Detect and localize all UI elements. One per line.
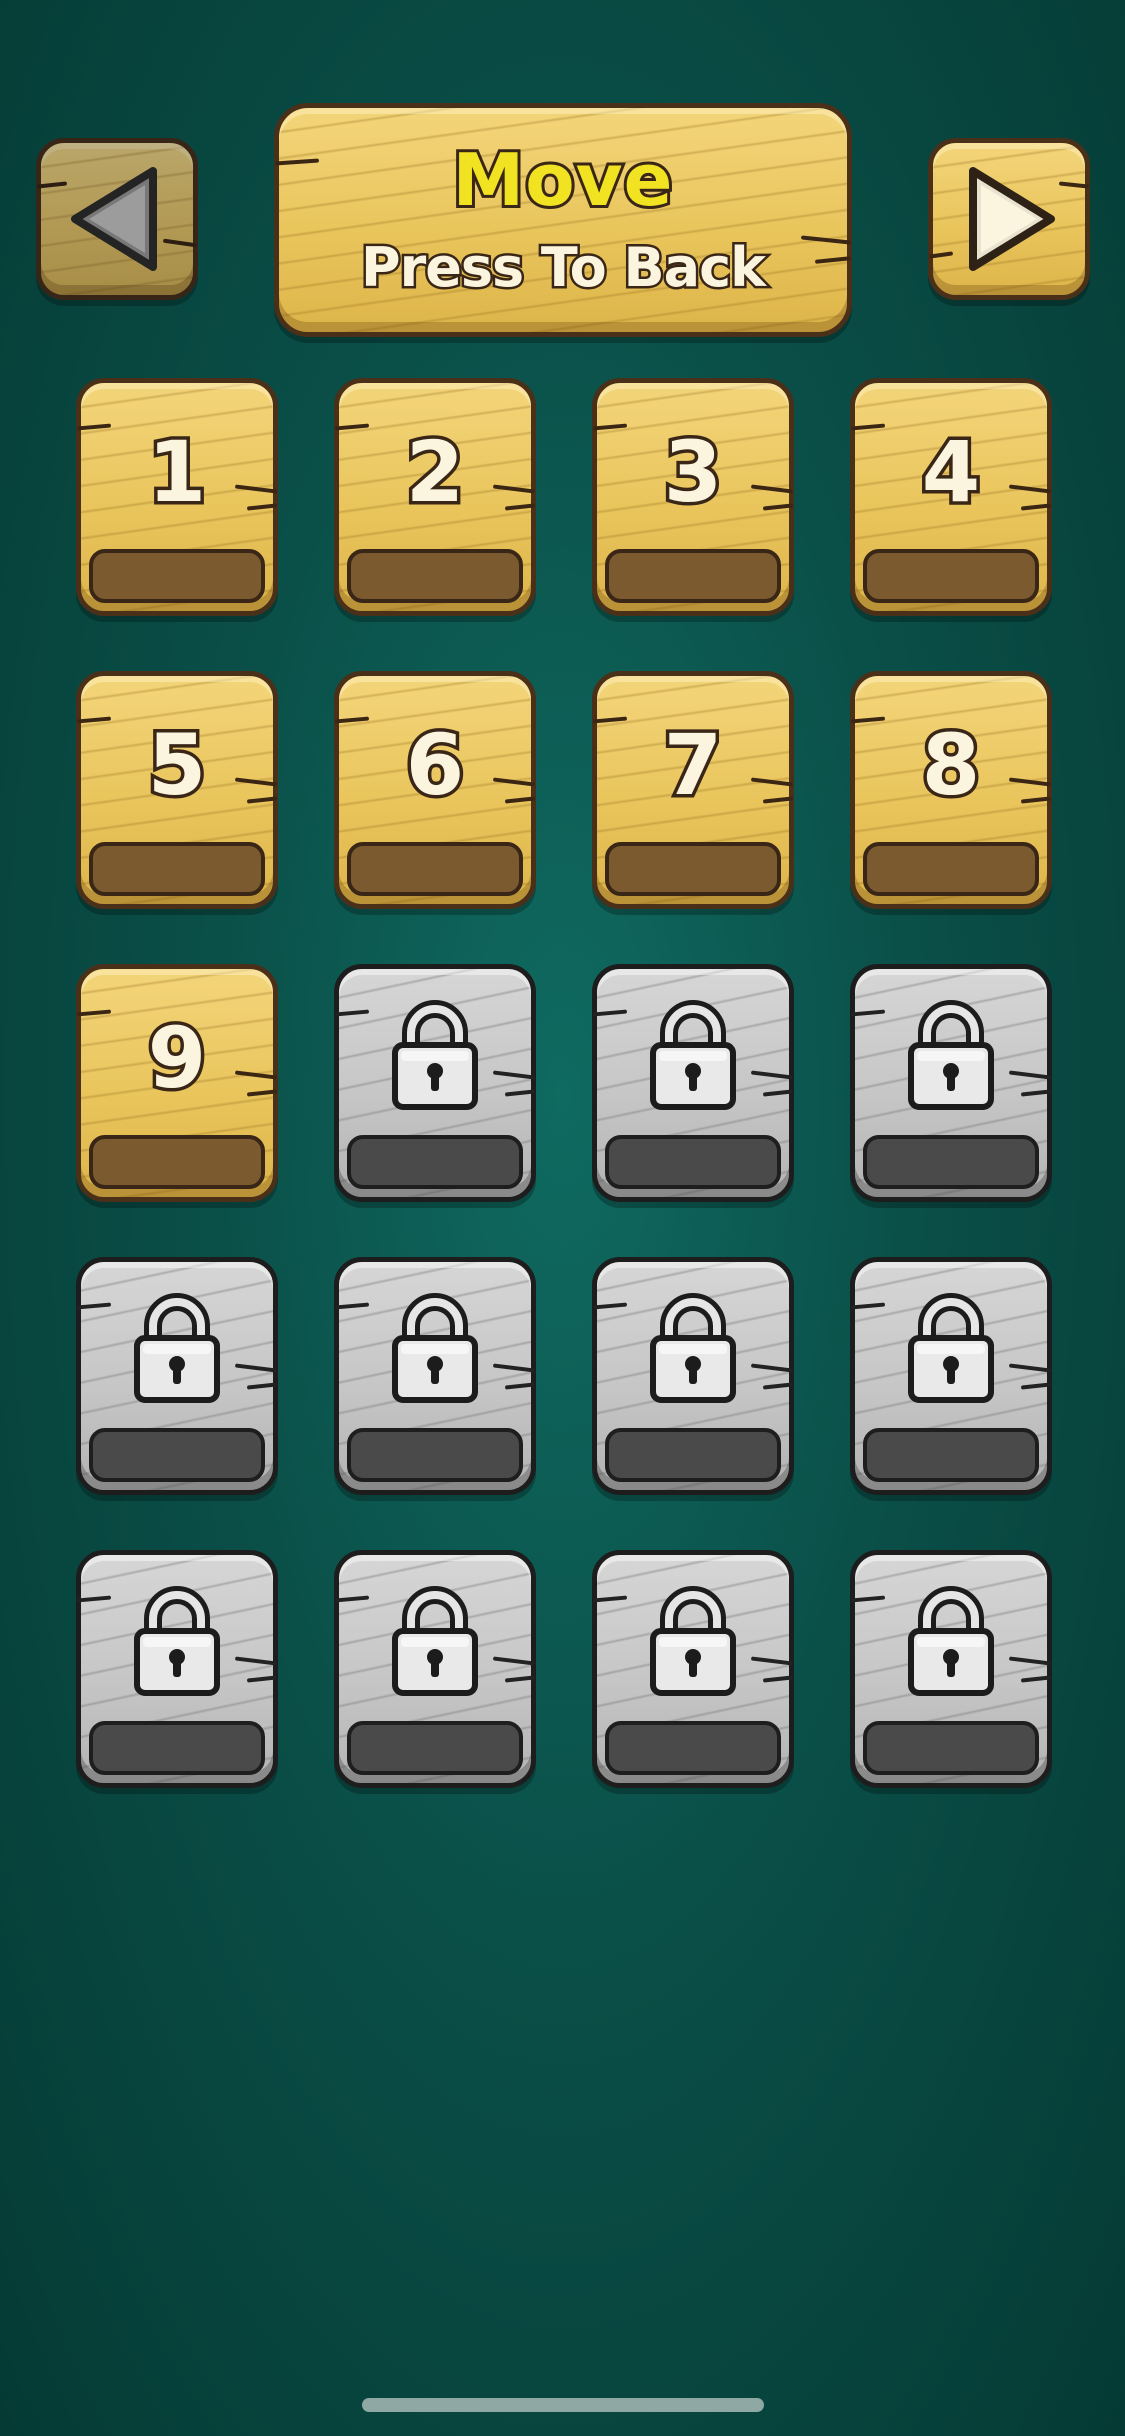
lock-icon [650, 1586, 736, 1696]
level-tile-locked[interactable] [334, 1550, 536, 1788]
level-progress-bar [605, 1135, 781, 1189]
level-number: 1 [144, 420, 209, 525]
lock-icon [392, 1000, 478, 1110]
previous-page-button[interactable] [36, 138, 198, 300]
level-number: 8 [918, 713, 983, 818]
level-number: 4 [918, 420, 983, 525]
level-progress-bar [605, 1721, 781, 1775]
level-progress-bar [605, 842, 781, 896]
level-progress-bar [605, 549, 781, 603]
lock-icon [650, 1293, 736, 1403]
level-progress-bar [863, 549, 1039, 603]
level-tile-locked[interactable] [850, 1550, 1052, 1788]
level-tile-7[interactable]: 7 [592, 671, 794, 909]
level-tile-locked[interactable] [592, 964, 794, 1202]
level-tile-locked[interactable] [850, 1257, 1052, 1495]
level-tile-locked[interactable] [592, 1550, 794, 1788]
lock-icon [392, 1293, 478, 1403]
level-progress-bar [347, 842, 523, 896]
level-progress-bar [89, 1135, 265, 1189]
level-progress-bar [347, 1721, 523, 1775]
level-progress-bar [347, 549, 523, 603]
level-tile-locked[interactable] [76, 1550, 278, 1788]
level-number: 9 [144, 1006, 209, 1111]
level-tile-6[interactable]: 6 [334, 671, 536, 909]
level-number: 3 [660, 420, 725, 525]
triangle-right-icon [969, 167, 1055, 271]
level-progress-bar [863, 1428, 1039, 1482]
lock-icon [134, 1586, 220, 1696]
level-number: 5 [144, 713, 209, 818]
home-indicator[interactable] [362, 2398, 764, 2412]
level-tile-locked[interactable] [592, 1257, 794, 1495]
level-tile-9[interactable]: 9 [76, 964, 278, 1202]
level-progress-bar [89, 842, 265, 896]
level-tile-locked[interactable] [850, 964, 1052, 1202]
lock-icon [908, 1293, 994, 1403]
level-progress-bar [863, 842, 1039, 896]
lock-icon [650, 1000, 736, 1110]
lock-icon [908, 1000, 994, 1110]
level-progress-bar [347, 1135, 523, 1189]
level-progress-bar [89, 1428, 265, 1482]
title-board[interactable]: Move Press To Back [274, 103, 852, 337]
lock-icon [908, 1586, 994, 1696]
level-tile-1[interactable]: 1 [76, 378, 278, 616]
level-tile-locked[interactable] [334, 1257, 536, 1495]
next-page-button[interactable] [928, 138, 1090, 300]
level-tile-locked[interactable] [76, 1257, 278, 1495]
level-number: 7 [660, 713, 725, 818]
level-tile-2[interactable]: 2 [334, 378, 536, 616]
back-hint-label: Press To Back [359, 234, 769, 302]
level-tile-5[interactable]: 5 [76, 671, 278, 909]
level-tile-3[interactable]: 3 [592, 378, 794, 616]
lock-icon [392, 1586, 478, 1696]
level-progress-bar [89, 1721, 265, 1775]
level-tile-locked[interactable] [334, 964, 536, 1202]
level-number: 2 [402, 420, 467, 525]
page-title: Move [450, 135, 676, 225]
triangle-left-icon [71, 167, 157, 271]
level-progress-bar [605, 1428, 781, 1482]
level-tile-4[interactable]: 4 [850, 378, 1052, 616]
level-number: 6 [402, 713, 467, 818]
level-progress-bar [89, 549, 265, 603]
level-progress-bar [347, 1428, 523, 1482]
level-progress-bar [863, 1135, 1039, 1189]
level-tile-8[interactable]: 8 [850, 671, 1052, 909]
level-progress-bar [863, 1721, 1039, 1775]
lock-icon [134, 1293, 220, 1403]
